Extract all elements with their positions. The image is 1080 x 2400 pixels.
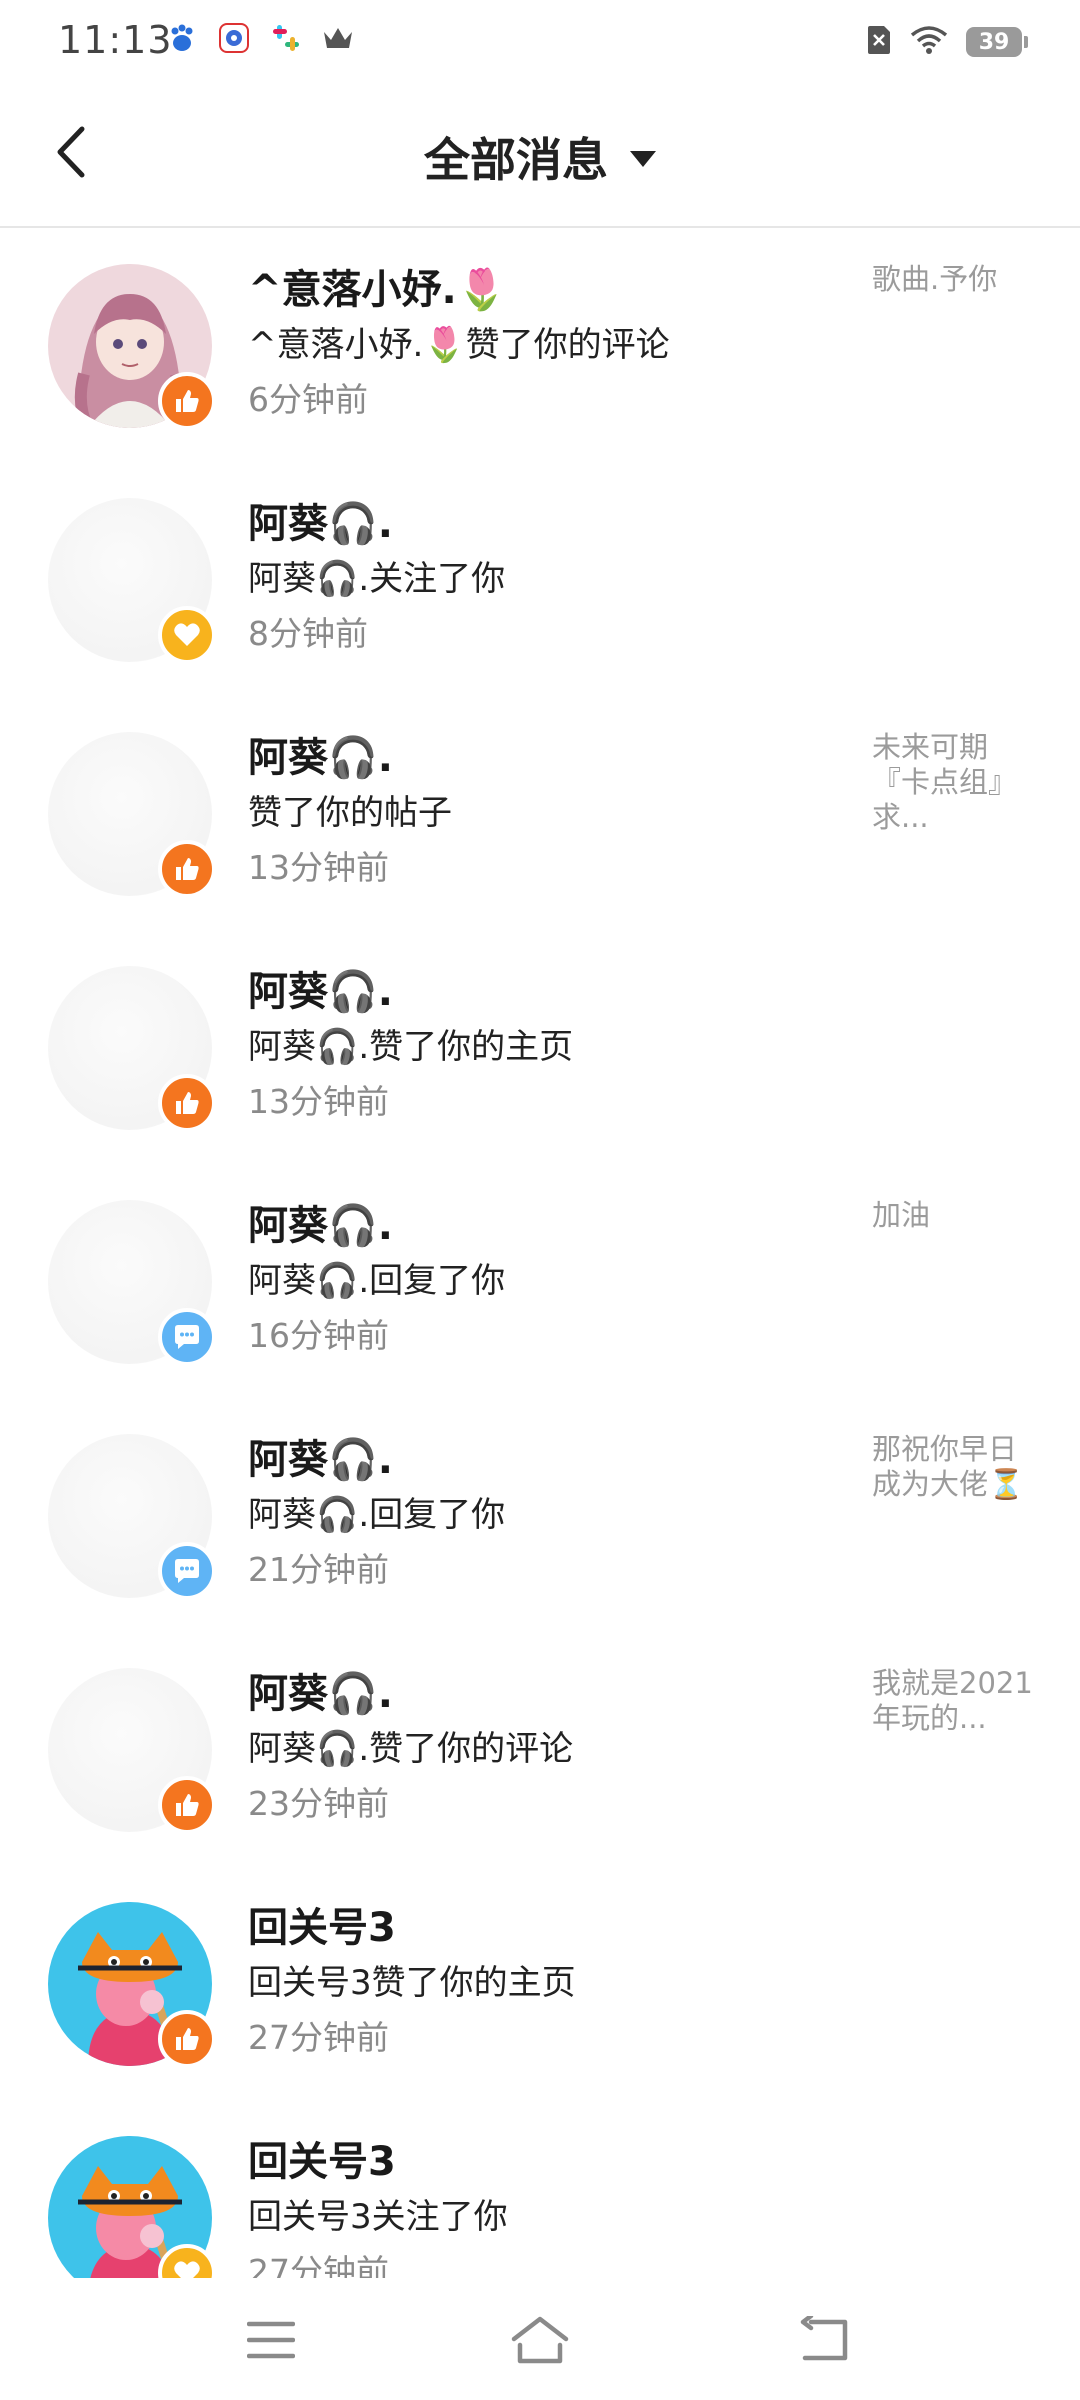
sender-name: 阿葵🎧. [248, 969, 393, 1015]
status-bar: 11:13 39 [0, 0, 1080, 84]
caret-down-icon [630, 151, 656, 167]
navigation-bar [0, 2278, 1080, 2400]
baidu-paw-icon [166, 22, 198, 54]
message-time: 23分钟前 [248, 1784, 389, 1823]
sender-name: ^意落小妤.🌷 [248, 267, 507, 313]
menu-icon [247, 2321, 295, 2359]
menu-button[interactable] [236, 2310, 306, 2370]
message-row[interactable]: 阿葵🎧. 阿葵🎧.回复了你 21分钟前 那祝你早日成为大佬⏳ [0, 1398, 1080, 1632]
content-preview[interactable]: 我就是2021年玩的... [872, 1666, 1042, 1736]
home-icon [511, 2316, 569, 2364]
message-row[interactable]: 阿葵🎧. 赞了你的帖子 13分钟前 未来可期『卡点组』求... [0, 696, 1080, 930]
baidu-app-icon [218, 22, 250, 54]
reply-badge-icon [158, 1542, 216, 1600]
sender-name: 阿葵🎧. [248, 735, 393, 781]
wifi-icon [910, 25, 948, 59]
back-icon [800, 2316, 848, 2361]
notification-icons [166, 22, 354, 54]
message-time: 6分钟前 [248, 380, 368, 419]
message-time: 27分钟前 [248, 2018, 389, 2057]
like-badge-icon [158, 1776, 216, 1834]
home-button[interactable] [505, 2310, 575, 2370]
sim-blocked-icon [866, 24, 892, 60]
message-action: 阿葵🎧.赞了你的评论 [248, 1729, 574, 1769]
message-action: 回关号3赞了你的主页 [248, 1963, 576, 2003]
message-row[interactable]: 回关号3 回关号3关注了你 27分钟前 [0, 2100, 1080, 2278]
message-action: 阿葵🎧.赞了你的主页 [248, 1027, 574, 1067]
heart-badge-icon [158, 606, 216, 664]
content-preview[interactable]: 未来可期『卡点组』求... [872, 730, 1042, 835]
message-list[interactable]: ^意落小妤.🌷 ^意落小妤.🌷赞了你的评论 6分钟前 歌曲.予你 阿葵🎧. 阿葵… [0, 228, 1080, 2278]
message-row[interactable]: 阿葵🎧. 阿葵🎧.回复了你 16分钟前 加油 [0, 1164, 1080, 1398]
like-badge-icon [158, 372, 216, 430]
message-action: 阿葵🎧.回复了你 [248, 1261, 506, 1301]
sender-name: 阿葵🎧. [248, 1437, 393, 1483]
sender-name: 回关号3 [248, 1905, 396, 1951]
status-time: 11:13 [58, 18, 173, 62]
message-row[interactable]: 阿葵🎧. 阿葵🎧.关注了你 8分钟前 [0, 462, 1080, 696]
message-action: 阿葵🎧.回复了你 [248, 1495, 506, 1535]
system-back-button[interactable] [790, 2310, 860, 2370]
like-badge-icon [158, 2010, 216, 2068]
crown-icon [322, 22, 354, 54]
battery-icon: 39 [966, 27, 1028, 57]
message-action: 阿葵🎧.关注了你 [248, 559, 506, 599]
message-action: ^意落小妤.🌷赞了你的评论 [248, 325, 670, 365]
message-time: 13分钟前 [248, 848, 389, 887]
header: 全部消息 [0, 84, 1080, 228]
message-row[interactable]: ^意落小妤.🌷 ^意落小妤.🌷赞了你的评论 6分钟前 歌曲.予你 [0, 228, 1080, 462]
content-preview[interactable]: 歌曲.予你 [872, 262, 1042, 297]
message-time: 13分钟前 [248, 1082, 389, 1121]
content-preview[interactable]: 加油 [872, 1198, 1042, 1233]
message-row[interactable]: 阿葵🎧. 阿葵🎧.赞了你的评论 23分钟前 我就是2021年玩的... [0, 1632, 1080, 1866]
message-row[interactable]: 阿葵🎧. 阿葵🎧.赞了你的主页 13分钟前 [0, 930, 1080, 1164]
content-preview[interactable]: 那祝你早日成为大佬⏳ [872, 1432, 1042, 1502]
like-badge-icon [158, 1074, 216, 1132]
page-title: 全部消息 [424, 133, 608, 187]
reply-badge-icon [158, 1308, 216, 1366]
message-time: 27分钟前 [248, 2252, 389, 2278]
slack-icon [270, 22, 302, 54]
like-badge-icon [158, 840, 216, 898]
message-time: 21分钟前 [248, 1550, 389, 1589]
sender-name: 阿葵🎧. [248, 1671, 393, 1717]
message-row[interactable]: 回关号3 回关号3赞了你的主页 27分钟前 [0, 1866, 1080, 2100]
message-time: 8分钟前 [248, 614, 368, 653]
message-action: 回关号3关注了你 [248, 2197, 508, 2237]
message-time: 16分钟前 [248, 1316, 389, 1355]
message-action: 赞了你的帖子 [248, 793, 452, 833]
message-filter-dropdown[interactable]: 全部消息 [0, 124, 1080, 190]
system-status-icons: 39 [866, 24, 1028, 60]
sender-name: 阿葵🎧. [248, 501, 393, 547]
sender-name: 回关号3 [248, 2139, 396, 2185]
sender-name: 阿葵🎧. [248, 1203, 393, 1249]
